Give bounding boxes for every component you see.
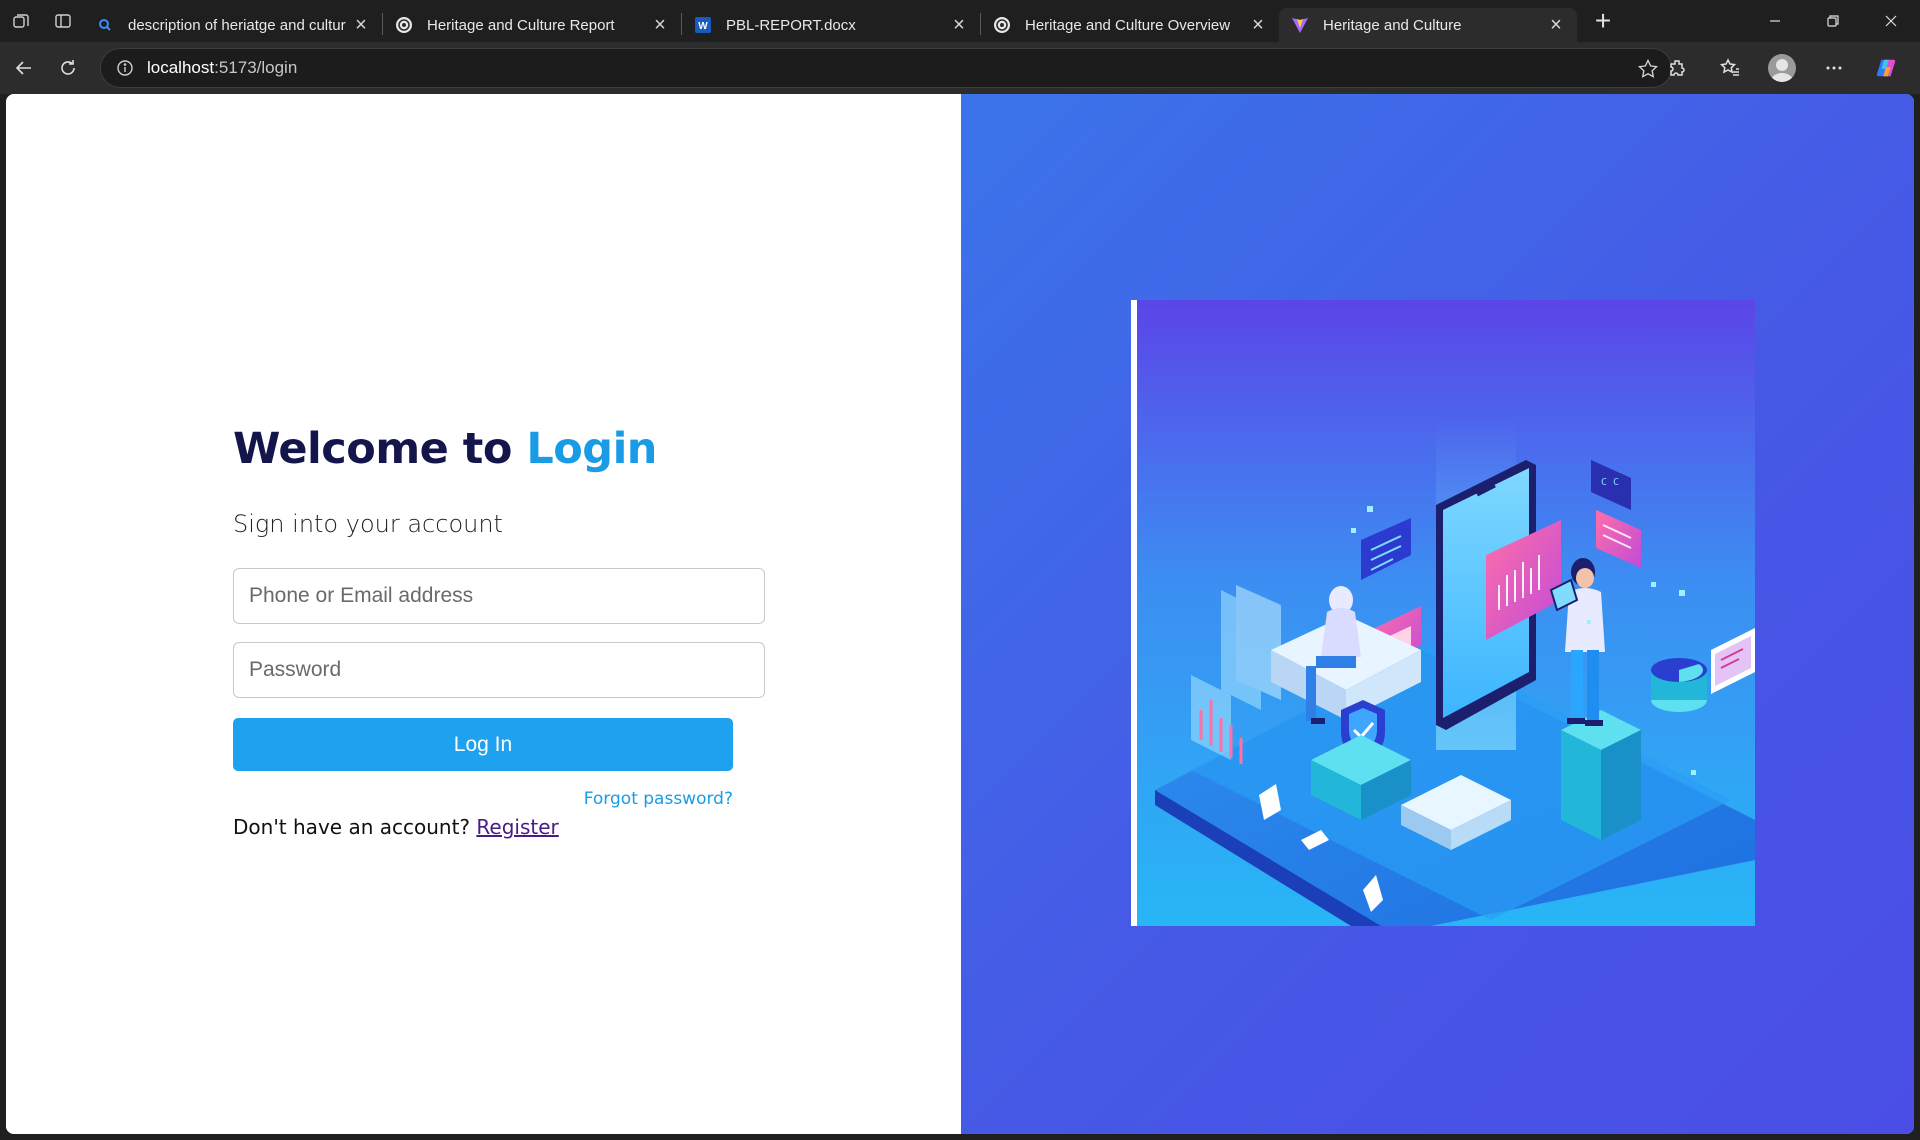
tab-title: Heritage and Culture Overview <box>1025 16 1231 34</box>
vertical-tabs-icon[interactable] <box>42 0 84 42</box>
url-text: localhost:5173/login <box>147 58 297 78</box>
vite-icon <box>1291 16 1309 34</box>
back-button[interactable] <box>2 48 46 88</box>
site-info-icon[interactable] <box>115 58 135 78</box>
login-form: Welcome to Login Sign into your account … <box>233 424 773 839</box>
illustration-panel: C C <box>961 94 1914 1134</box>
copilot-icon[interactable] <box>1860 48 1912 88</box>
register-row: Don't have an account? Register <box>233 815 773 839</box>
browser-toolbar: localhost:5173/login <box>0 42 1920 94</box>
close-window-icon[interactable] <box>1862 0 1920 42</box>
minimize-icon[interactable] <box>1746 0 1804 42</box>
forgot-password-link[interactable]: Forgot password? <box>233 789 733 809</box>
title-accent: Login <box>526 424 657 474</box>
close-icon[interactable]: × <box>1249 15 1267 35</box>
page-title: Welcome to Login <box>233 424 773 474</box>
favorites-icon[interactable] <box>1704 48 1756 88</box>
tab-title: Heritage and Culture Report <box>427 16 615 34</box>
restore-icon[interactable] <box>1804 0 1862 42</box>
register-prompt: Don't have an account? <box>233 815 477 839</box>
word-icon: W <box>694 16 712 34</box>
close-icon[interactable]: × <box>1547 15 1565 35</box>
close-icon[interactable]: × <box>950 15 968 35</box>
cylinder <box>1651 658 1707 712</box>
page-subtitle: Sign into your account <box>233 510 503 538</box>
email-field[interactable] <box>233 568 765 624</box>
tab-title: PBL-REPORT.docx <box>726 16 856 34</box>
title-prefix: Welcome to <box>233 424 527 474</box>
address-bar[interactable]: localhost:5173/login <box>100 48 1672 88</box>
toolbar-right <box>1652 48 1920 88</box>
new-tab-button[interactable]: + <box>1583 1 1623 41</box>
workspaces-icon[interactable] <box>0 0 42 42</box>
search-icon <box>96 16 114 34</box>
page-viewport: Welcome to Login Sign into your account … <box>6 94 1914 1134</box>
openai-icon <box>993 16 1011 34</box>
profile-avatar[interactable] <box>1756 48 1808 88</box>
browser-tab-active[interactable]: Heritage and Culture × <box>1279 8 1577 42</box>
svg-text:C C: C C <box>1601 477 1619 488</box>
tab-strip: description of heriatge and cultur × Her… <box>0 0 1920 42</box>
browser-tab[interactable]: description of heriatge and cultur × <box>84 8 382 42</box>
browser-tab[interactable]: W PBL-REPORT.docx × <box>682 8 980 42</box>
close-icon[interactable]: × <box>651 15 669 35</box>
login-button[interactable]: Log In <box>233 718 733 771</box>
isometric-illustration: C C <box>1131 300 1755 926</box>
browser-tab[interactable]: Heritage and Culture Overview × <box>981 8 1279 42</box>
url-path: :5173/login <box>214 58 298 77</box>
register-link[interactable]: Register <box>476 815 558 839</box>
login-panel: Welcome to Login Sign into your account … <box>6 94 961 1134</box>
url-host: localhost <box>147 58 215 77</box>
cube-right <box>1561 710 1641 840</box>
extensions-icon[interactable] <box>1652 48 1704 88</box>
refresh-button[interactable] <box>46 48 90 88</box>
svg-text:W: W <box>698 21 708 32</box>
window-controls <box>1746 0 1920 42</box>
more-options-icon[interactable] <box>1808 48 1860 88</box>
tab-title: Heritage and Culture <box>1323 16 1462 34</box>
browser-tab[interactable]: Heritage and Culture Report × <box>383 8 681 42</box>
avatar <box>1768 54 1796 82</box>
password-field[interactable] <box>233 642 765 698</box>
close-icon[interactable]: × <box>352 15 370 35</box>
illustration-edge <box>1131 300 1137 926</box>
openai-icon <box>395 16 413 34</box>
tab-title: description of heriatge and cultur <box>128 16 346 34</box>
